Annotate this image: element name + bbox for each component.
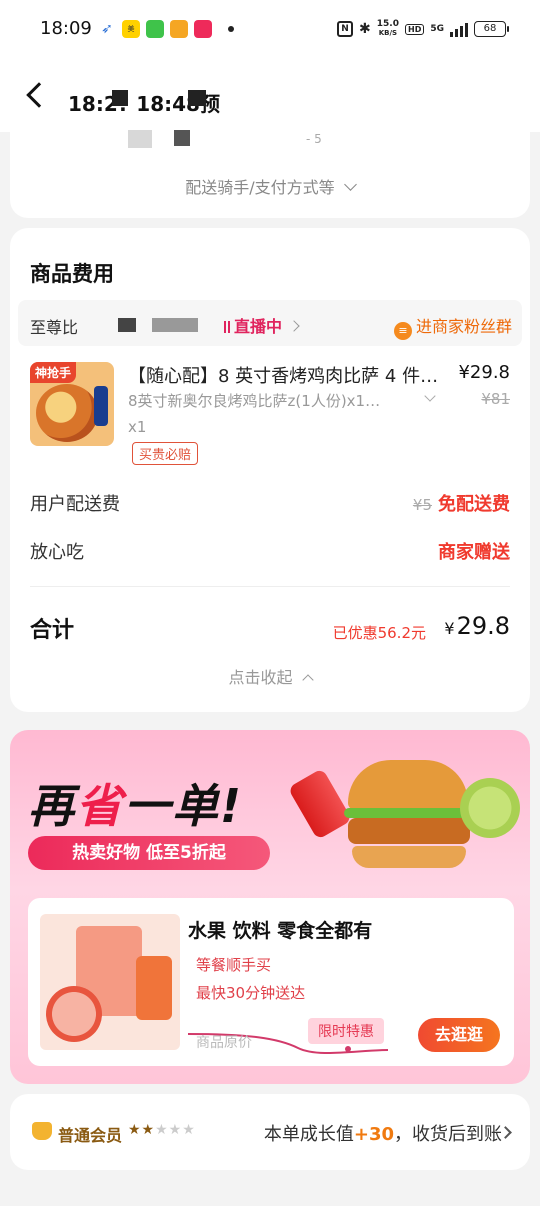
promo-line-1: 等餐顺手买 — [196, 956, 272, 974]
member-level: 普通会员 — [58, 1126, 123, 1145]
product-spec[interactable]: 8英寸新奥尔良烤鸡比萨z(1人份)x1… — [128, 390, 428, 411]
promo-line-2: 最快30分钟送达 — [196, 984, 306, 1002]
promo-subtitle: 热卖好物 低至5折起 — [28, 836, 270, 870]
shop-name: 至尊比 — [30, 318, 79, 337]
promo-title: 再省一单! — [28, 770, 243, 836]
network-type: 5G — [430, 24, 444, 34]
video-icon — [194, 20, 212, 38]
drink-bottle-image — [94, 386, 108, 426]
delivery-details-label: 配送骑手/支付方式等 — [185, 178, 335, 197]
product-name[interactable]: 【随心配】8 英寸香烤鸡肉比萨 4 件… — [128, 362, 458, 388]
delivery-fee-original: ¥5 — [412, 496, 432, 514]
price-guarantee-badge: 买贵必赔 — [132, 442, 199, 465]
product-image[interactable]: 神抢手 — [30, 362, 114, 446]
growth-text-a: 本单成长值 — [263, 1124, 354, 1145]
hd-icon: HD — [405, 23, 425, 35]
live-label: 直播中 — [234, 317, 283, 336]
promo-inner-card[interactable]: 水果 饮料 零食全都有 等餐顺手买 最快30分钟送达 商品原价 限时特惠 去逛逛 — [28, 898, 514, 1066]
redaction-mask — [118, 318, 136, 332]
chevron-up-icon — [301, 674, 314, 686]
fans-group-label: 进商家粉丝群 — [415, 317, 512, 336]
total-amount: ¥29.8 — [444, 612, 510, 640]
collapse-label: 点击收起 — [228, 668, 293, 687]
battery-level: 68 — [483, 23, 497, 34]
promo-banner[interactable]: 再省一单! 热卖好物 低至5折起 水果 饮料 零食全都有 等餐顺手买 最快30分… — [10, 730, 530, 1084]
product-quantity: x1 — [128, 418, 147, 436]
promo-title-a: 再 — [28, 779, 76, 833]
net-speed: 15.0 KB/S — [377, 20, 399, 38]
live-icon — [224, 321, 230, 333]
meituan-icon: 美 — [122, 20, 140, 38]
peace-of-mind-value: 商家赠送 — [438, 542, 510, 563]
product-image-tag: 神抢手 — [30, 362, 77, 383]
promo-title-highlight: 省 — [76, 779, 124, 833]
promo-inner-title: 水果 饮料 零食全都有 — [188, 920, 373, 942]
status-bar: 18:09 ➶ 美 N ✱ 15.0 KB/S HD 5G 68 — [0, 0, 540, 60]
partial-text: - 5 — [306, 132, 322, 146]
growth-text-b: ，收货后到账 — [394, 1124, 502, 1145]
original-price-label: 商品原价 — [196, 1035, 252, 1051]
peace-of-mind-label: 放心吃 — [30, 542, 84, 563]
notification-icons: ➶ 美 — [98, 20, 234, 38]
total-value: 29.8 — [456, 612, 510, 640]
growth-info: 本单成长值+30，收货后到账 — [264, 1120, 502, 1146]
limited-offer-label: 限时特惠 — [308, 1018, 384, 1044]
delivery-details-toggle[interactable]: 配送骑手/支付方式等 — [10, 174, 530, 198]
growth-value: +30 — [353, 1124, 394, 1145]
promo-title-b: 一单! — [124, 779, 243, 833]
delivery-fee-label: 用户配送费 — [30, 494, 120, 515]
net-speed-value: 15.0 — [376, 19, 399, 29]
chevron-right-icon — [287, 320, 300, 332]
member-card[interactable]: 普通会员 ★★★★★ 本单成长值+30，收货后到账 — [10, 1094, 530, 1170]
total-label: 合计 — [30, 618, 75, 643]
product-original-price: ¥81 — [481, 390, 510, 408]
snacks-image — [40, 914, 180, 1050]
clock: 18:09 — [40, 18, 92, 39]
collapse-toggle[interactable]: 点击收起 — [10, 664, 530, 688]
live-badge[interactable]: 直播中 — [224, 313, 300, 337]
bluetooth-icon: ✱ — [359, 21, 371, 37]
redaction-mask — [188, 90, 206, 106]
product-price: ¥29.8 — [458, 362, 510, 383]
currency-symbol: ¥ — [444, 619, 455, 638]
delivery-fee-value: ¥5 免配送费 — [413, 490, 510, 516]
redaction-mask — [174, 130, 190, 146]
nfc-icon: N — [337, 21, 354, 37]
more-dot-icon — [228, 26, 234, 32]
net-speed-unit: KB/S — [378, 29, 398, 37]
mail-icon — [170, 20, 188, 38]
shop-bar[interactable]: 至尊比 直播中 ≡ 进商家粉丝群 — [18, 300, 522, 346]
chevron-down-icon — [343, 178, 357, 191]
free-delivery-label: 免配送费 — [438, 494, 510, 515]
product-fee-card: 商品费用 至尊比 直播中 ≡ 进商家粉丝群 神抢手 【随心配】8 英寸香烤鸡肉比萨… — [10, 228, 530, 712]
section-title: 商品费用 — [30, 262, 114, 286]
saved-amount: 已优惠56.2元 — [332, 624, 426, 642]
battery-icon: 68 — [474, 21, 509, 37]
redaction-mask — [152, 318, 198, 332]
system-status: N ✱ 15.0 KB/S HD 5G 68 — [337, 20, 509, 38]
redaction-mask — [112, 90, 128, 106]
browse-button[interactable]: 去逛逛 — [418, 1018, 500, 1052]
redaction-mask — [128, 130, 152, 148]
fans-group-link[interactable]: ≡ 进商家粉丝群 — [393, 313, 512, 340]
member-stars: ★★★★★ — [128, 1122, 196, 1138]
back-arrow-icon[interactable] — [26, 82, 52, 108]
bird-icon: ➶ — [101, 21, 113, 37]
pizza-image — [36, 384, 98, 442]
delivery-info-card: - 5 配送骑手/支付方式等 — [10, 118, 530, 218]
grapes-image — [460, 778, 520, 838]
chat-bubble-icon: ≡ — [393, 322, 412, 340]
member-crown-icon — [32, 1122, 52, 1140]
message-icon — [146, 20, 164, 38]
signal-icon — [450, 21, 468, 37]
burger-image — [344, 760, 478, 880]
divider — [30, 586, 510, 587]
soda-can-image — [287, 768, 353, 840]
